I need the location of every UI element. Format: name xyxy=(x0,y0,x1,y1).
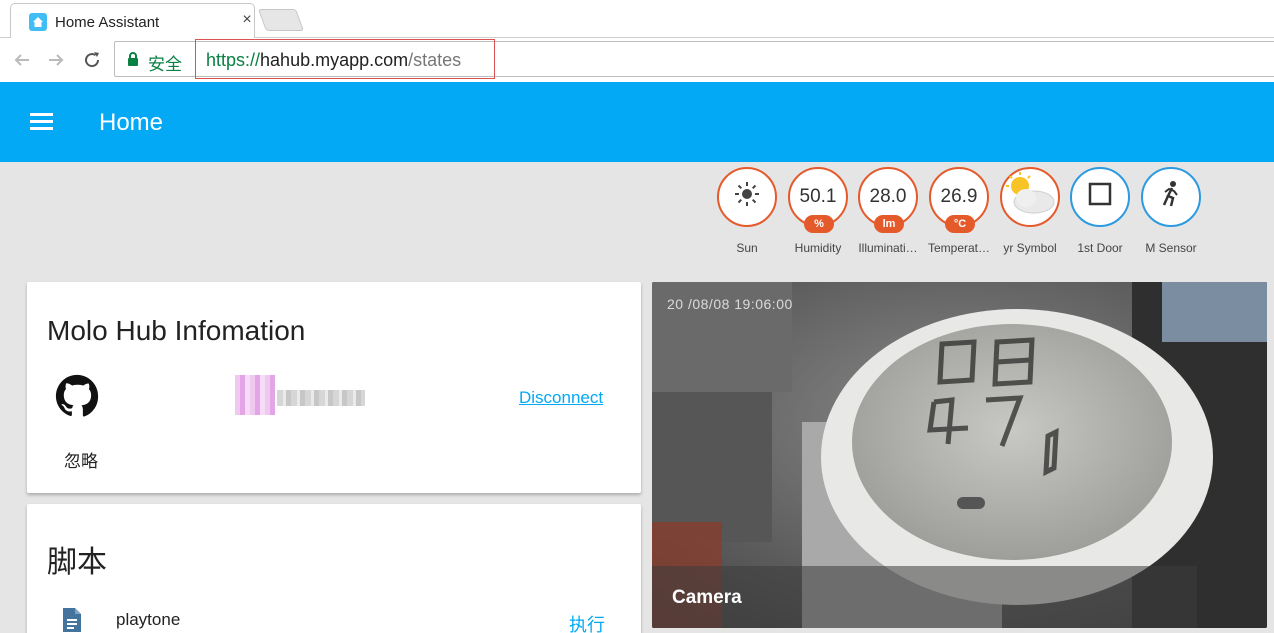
reload-icon[interactable] xyxy=(80,48,104,72)
url-highlight: https://hahub.myapp.com/states xyxy=(195,39,495,79)
tab-title: Home Assistant xyxy=(55,14,160,31)
badge-1st-door[interactable]: 1st Door xyxy=(1069,167,1131,255)
badge-yr-symbol[interactable]: yr Symbol xyxy=(999,167,1061,255)
badge-value: 28.0 xyxy=(869,186,907,207)
badge-unit: °C xyxy=(945,215,975,233)
browser-toolbar: 安全 https://hahub.myapp.com/states xyxy=(0,38,1274,82)
badge-label: Humidity xyxy=(794,241,842,255)
motion-sensor-icon xyxy=(1158,180,1184,214)
badge-unit: % xyxy=(804,215,834,233)
back-arrow-icon[interactable] xyxy=(10,48,34,72)
camera-card[interactable]: 20 /08/08 19:06:00 Camera xyxy=(652,282,1267,628)
file-document-icon xyxy=(61,607,83,633)
sun-icon xyxy=(733,180,761,214)
badge-value: 26.9 xyxy=(940,186,978,207)
badge-value: 50.1 xyxy=(799,186,837,207)
card-title: Molo Hub Infomation xyxy=(47,315,306,346)
avatar xyxy=(235,375,275,415)
url-scheme: https:// xyxy=(206,50,261,70)
weather-partly-cloudy-icon xyxy=(1002,172,1058,222)
badge-label: Illuminati… xyxy=(858,241,918,255)
run-script-button[interactable]: 执行 xyxy=(569,611,605,633)
camera-label: Camera xyxy=(672,587,742,608)
page-title: Home xyxy=(99,109,164,136)
account-name-blurred xyxy=(277,390,365,406)
badge-label: Temperat… xyxy=(927,241,991,255)
url-text[interactable]: https://hahub.myapp.com/states xyxy=(206,50,461,71)
browser-tab[interactable]: Home Assistant × xyxy=(10,3,255,38)
script-card: 脚本 playtone 执行 xyxy=(27,504,641,633)
ignore-button[interactable]: 忽略 xyxy=(64,447,98,472)
browser-tabstrip: Home Assistant × xyxy=(0,0,1274,38)
badge-temperature[interactable]: 26.9 °C Temperat… xyxy=(928,167,990,255)
badge-label: M Sensor xyxy=(1145,241,1197,255)
url-host: hahub.myapp.com xyxy=(260,50,409,70)
disconnect-link[interactable]: Disconnect xyxy=(519,388,603,408)
molo-hub-card: Molo Hub Infomation Disconnect 忽略 xyxy=(27,282,641,493)
badge-unit: lm xyxy=(874,215,904,233)
menu-hamburger-icon[interactable] xyxy=(30,109,58,135)
home-assistant-favicon-icon xyxy=(29,13,47,31)
badge-humidity[interactable]: 50.1 % Humidity xyxy=(787,167,849,255)
tab-close-icon[interactable]: × xyxy=(238,11,256,29)
badge-illuminance[interactable]: 28.0 lm Illuminati… xyxy=(857,167,919,255)
badge-sun[interactable]: Sun xyxy=(716,167,778,255)
address-bar[interactable]: 安全 https://hahub.myapp.com/states xyxy=(114,39,1274,79)
script-name: playtone xyxy=(116,610,181,629)
card-title: 脚本 xyxy=(47,546,107,579)
badge-label: yr Symbol xyxy=(1003,241,1057,255)
lock-icon xyxy=(127,52,139,71)
badge-label: Sun xyxy=(736,241,758,255)
url-path: /states xyxy=(408,50,462,70)
badge-motion-sensor[interactable]: M Sensor xyxy=(1140,167,1202,255)
forward-arrow-icon[interactable] xyxy=(44,48,68,72)
app-header: Home xyxy=(0,82,1274,162)
camera-timestamp: 20 /08/08 19:06:00 xyxy=(667,296,793,312)
new-tab-button[interactable] xyxy=(257,9,305,31)
secure-label: 安全 xyxy=(148,55,182,74)
github-icon xyxy=(55,374,99,423)
door-icon xyxy=(1087,181,1113,213)
badge-label: 1st Door xyxy=(1077,241,1123,255)
